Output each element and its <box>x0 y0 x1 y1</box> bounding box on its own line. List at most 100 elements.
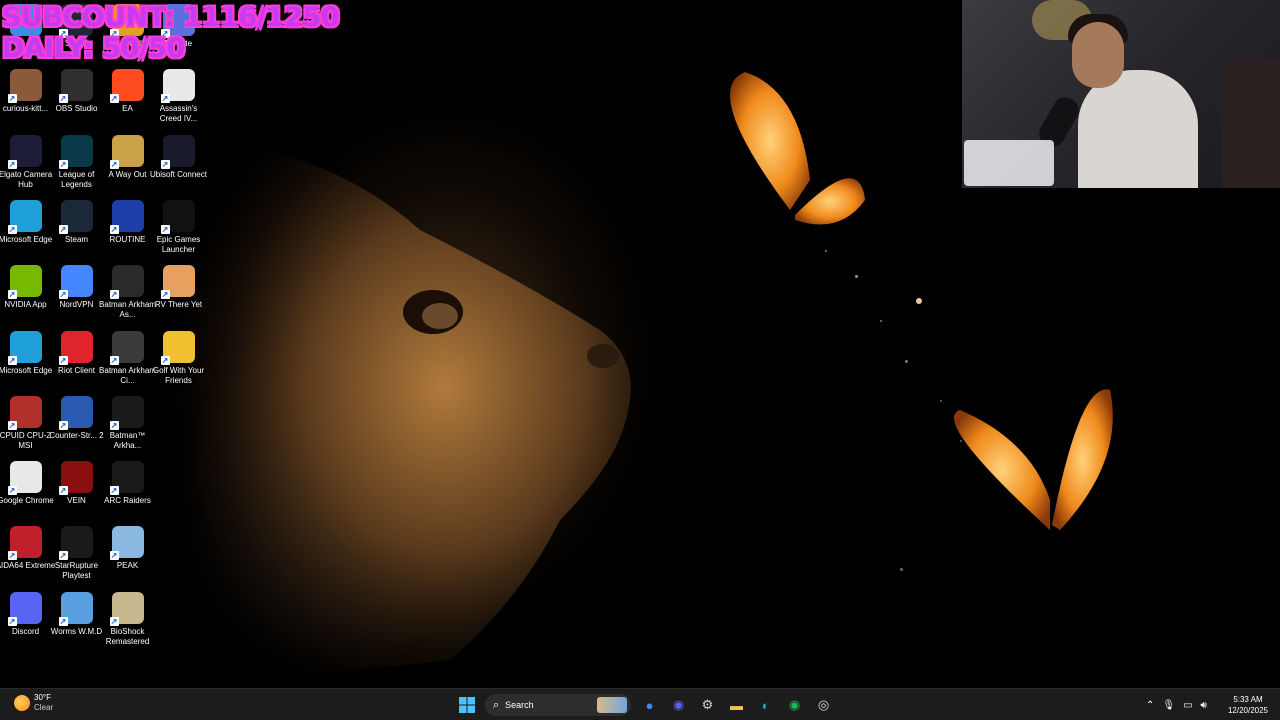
desktop-icon[interactable]: ↗ EA <box>102 65 153 127</box>
shortcut-arrow-icon: ↗ <box>109 551 119 561</box>
shortcut-arrow-icon: ↗ <box>109 486 119 496</box>
chrome-icon: ↗ <box>7 461 42 496</box>
file-explorer-icon[interactable]: ▬ <box>725 693 749 717</box>
desktop-icon[interactable]: ↗ PEAK <box>102 522 153 584</box>
desktop-icon[interactable]: ↗ NVIDIA App <box>0 261 51 323</box>
desktop-icon[interactable]: ↗ ROUTINE <box>102 196 153 258</box>
shortcut-arrow-icon: ↗ <box>58 290 68 300</box>
taskbar-clock[interactable]: 5:33 AM 12/20/2025 <box>1224 694 1272 716</box>
desktop-icon[interactable]: ↗ Google Chrome <box>0 457 54 519</box>
desktop-icon[interactable]: ↗ curious-kitt... <box>0 65 51 127</box>
shortcut-arrow-icon: ↗ <box>7 551 17 561</box>
shortcut-arrow-icon: ↗ <box>7 94 17 104</box>
chrome-taskbar-icon[interactable]: ● <box>638 693 662 717</box>
system-tray: ⌃ 🎙︎ ▭ 🔊︎ <box>1142 689 1211 720</box>
microphone-icon[interactable]: 🎙︎ <box>1162 700 1175 711</box>
shortcut-arrow-icon: ↗ <box>58 224 68 234</box>
search-highlight-art <box>597 697 627 713</box>
desktop-icon[interactable]: ↗ Riot Client <box>51 327 102 389</box>
ea-icon: ↗ <box>109 69 144 104</box>
desktop-icon[interactable]: ↗ League of Legends <box>51 131 102 193</box>
daily-text: DAILY: 50/50 <box>2 33 185 64</box>
shortcut-arrow-icon: ↗ <box>160 355 170 365</box>
spotify-icon-glyph: ◉ <box>788 697 801 712</box>
desktop-icon[interactable]: ↗ CPUID CPU-Z MSI <box>0 392 51 454</box>
shortcut-arrow-icon: ↗ <box>7 486 17 496</box>
shortcut-arrow-icon: ↗ <box>7 355 17 365</box>
shortcut-arrow-icon: ↗ <box>58 159 68 169</box>
desktop-icon-label: Golf With Your Friends <box>152 365 205 385</box>
desktop-icon[interactable]: ↗ A Way Out <box>102 131 153 193</box>
shortcut-arrow-icon: ↗ <box>58 355 68 365</box>
riot-icon: ↗ <box>58 330 93 365</box>
edge-icon: ↗ <box>7 330 42 365</box>
chevron-up-icon[interactable]: ⌃ <box>1146 700 1154 711</box>
a-way-out-icon: ↗ <box>109 134 144 169</box>
desktop-icon[interactable]: ↗ Batman Arkham Ci... <box>99 327 156 389</box>
weather-widget[interactable]: 30°F Clear <box>14 693 53 713</box>
desktop-icon[interactable]: ↗ Batman Arkham As... <box>99 261 156 323</box>
clock-date: 12/20/2025 <box>1227 706 1269 715</box>
epic-games-icon: ↗ <box>160 199 195 234</box>
shortcut-arrow-icon: ↗ <box>160 94 170 104</box>
desktop-icon[interactable]: ↗ OBS Studio <box>51 65 102 127</box>
discord-taskbar-icon-glyph: ◉ <box>672 697 685 712</box>
desktop-icon[interactable]: ↗ Steam <box>51 196 102 258</box>
obs-taskbar-icon-glyph: ◎ <box>817 697 830 712</box>
desktop-icon[interactable]: ↗ StarRupture Playtest <box>51 522 102 584</box>
desktop-icon[interactable]: ↗ Epic Games Launcher <box>153 196 204 258</box>
desktop-icon[interactable]: ↗ Worms W.M.D <box>51 588 102 650</box>
shortcut-arrow-icon: ↗ <box>7 224 17 234</box>
weather-temp: 30°F <box>34 693 51 702</box>
desktop-icon[interactable]: ↗ RV There Yet <box>153 261 204 323</box>
edge-taskbar-icon[interactable]: ◐ <box>754 693 778 717</box>
shortcut-arrow-icon: ↗ <box>58 551 68 561</box>
desktop-icon-label: Epic Games Launcher <box>156 234 201 254</box>
desktop-icon[interactable]: ↗ Microsoft Edge <box>0 196 52 258</box>
desktop-icon[interactable]: ↗ Microsoft Edge <box>0 327 52 389</box>
desktop-icon-label: Ubisoft Connect <box>150 169 207 179</box>
shortcut-arrow-icon: ↗ <box>58 420 68 430</box>
shortcut-arrow-icon: ↗ <box>7 290 17 300</box>
desktop-icon[interactable]: ↗ NordVPN <box>51 261 102 323</box>
shortcut-arrow-icon: ↗ <box>58 486 68 496</box>
search-label: Search <box>505 700 534 710</box>
assassins-creed-icon: ↗ <box>160 69 195 104</box>
shortcut-arrow-icon: ↗ <box>160 159 170 169</box>
desktop-icon[interactable]: ↗ BioShock Remastered <box>102 588 153 650</box>
obs-icon: ↗ <box>58 69 93 104</box>
batman-icon: ↗ <box>109 265 144 300</box>
taskbar: 30°F Clear ⌕ Search ● ◉ ⚙ ▬ ◐ ◉ ◎ ⌃ 🎙︎ ▭ 🔊︎ 5:… <box>0 688 1280 720</box>
desktop-icon[interactable]: ↗ Batman™ Arkha... <box>102 392 153 454</box>
volume-icon[interactable]: 🔊︎ <box>1201 700 1207 711</box>
shortcut-arrow-icon: ↗ <box>109 224 119 234</box>
desktop-icon[interactable]: ↗ Ubisoft Connect <box>150 131 207 193</box>
desktop-icon[interactable]: ↗ Elgato Camera Hub <box>0 131 52 193</box>
network-icon[interactable]: ▭ <box>1183 700 1192 711</box>
steam-taskbar-icon-glyph: ⚙ <box>701 697 714 712</box>
cpuz-icon: ↗ <box>7 395 42 430</box>
starrupture-icon: ↗ <box>58 526 93 561</box>
arc-raiders-icon: ↗ <box>109 461 144 496</box>
discord-taskbar-icon[interactable]: ◉ <box>667 693 691 717</box>
subcount-text: SUBCOUNT: 1116/1250 <box>2 2 340 33</box>
desktop-icon[interactable]: ↗ Golf With Your Friends <box>153 327 204 389</box>
weather-condition: Clear <box>34 703 54 712</box>
taskbar-search[interactable]: ⌕ Search <box>485 694 631 716</box>
desktop-icon[interactable]: ↗ ARC Raiders <box>102 457 153 519</box>
obs-taskbar-icon[interactable]: ◎ <box>812 693 836 717</box>
weather-sun-icon <box>14 695 30 711</box>
counter-strike-icon: ↗ <box>58 395 93 430</box>
shortcut-arrow-icon: ↗ <box>58 94 68 104</box>
desktop-icon[interactable]: ↗ VEIN <box>51 457 102 519</box>
desktop-icon[interactable]: ↗ Discord <box>0 588 51 650</box>
desktop-icon[interactable]: ↗ AIDA64 Extreme <box>0 522 55 584</box>
desktop-icon[interactable]: ↗ Counter-Str... 2 <box>49 392 104 454</box>
desktop-icon[interactable]: ↗ Assassin's Creed IV... <box>153 65 204 127</box>
batman-icon: ↗ <box>109 395 144 430</box>
spotify-icon[interactable]: ◉ <box>783 693 807 717</box>
desktop-icon-label: BioShock Remastered <box>105 626 150 646</box>
file-explorer-icon-glyph: ▬ <box>730 697 743 713</box>
start-button[interactable] <box>455 693 479 717</box>
steam-taskbar-icon[interactable]: ⚙ <box>696 693 720 717</box>
